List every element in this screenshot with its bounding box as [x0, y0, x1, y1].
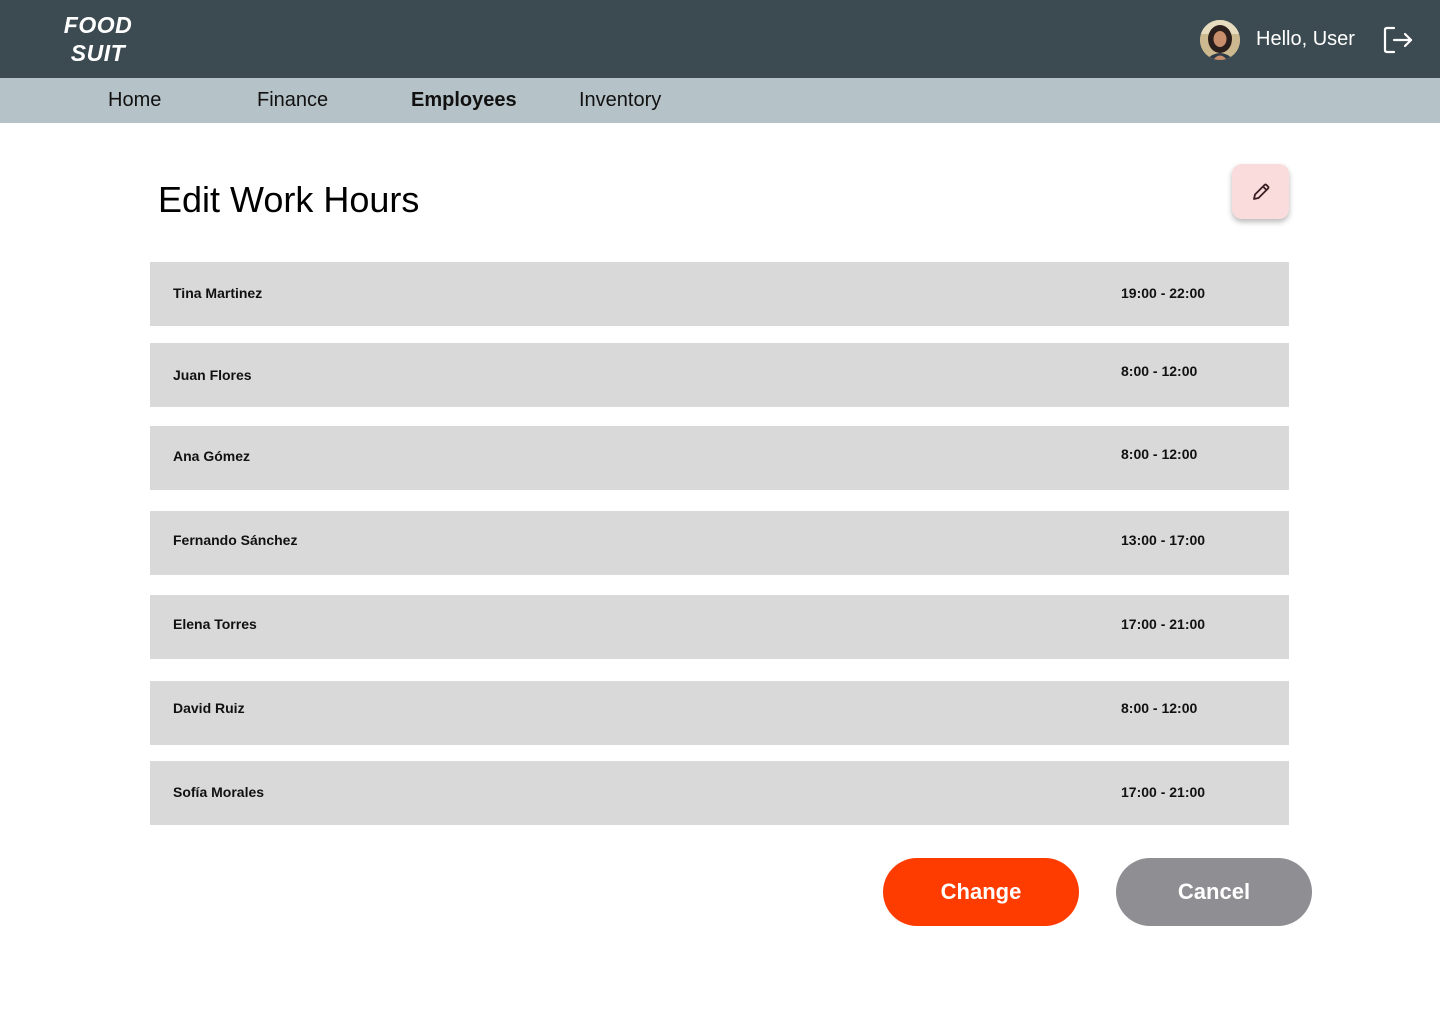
nav-item-employees[interactable]: Employees: [411, 78, 517, 123]
employee-name: David Ruiz: [173, 700, 245, 716]
page-title: Edit Work Hours: [158, 179, 420, 220]
work-hours: 17:00 - 21:00: [1121, 784, 1206, 800]
list-item[interactable]: David Ruiz 8:00 - 12:00: [150, 681, 1289, 745]
edit-button[interactable]: [1232, 164, 1289, 219]
greeting-text: Hello, User: [1256, 28, 1355, 50]
cancel-button[interactable]: Cancel: [1116, 858, 1312, 926]
list-item[interactable]: Sofía Morales 17:00 - 21:00: [150, 761, 1289, 825]
logout-button[interactable]: [1382, 25, 1414, 55]
nav-item-home[interactable]: Home: [108, 78, 161, 123]
employee-name: Ana Gómez: [173, 448, 251, 464]
logo-line-1: FOOD: [63, 12, 133, 38]
nav-item-inventory[interactable]: Inventory: [579, 78, 661, 123]
main-nav: Home Finance Employees Inventory: [0, 78, 1440, 123]
work-hours: 8:00 - 12:00: [1121, 363, 1198, 379]
work-hours: 8:00 - 12:00: [1121, 700, 1198, 716]
avatar-icon: [1200, 20, 1240, 60]
work-hours: 8:00 - 12:00: [1121, 446, 1198, 462]
employee-name: Fernando Sánchez: [173, 532, 298, 548]
work-hours: 19:00 - 22:00: [1121, 285, 1206, 301]
work-hours: 13:00 - 17:00: [1121, 532, 1206, 548]
logout-icon: [1383, 26, 1413, 54]
list-item[interactable]: Juan Flores 8:00 - 12:00: [150, 343, 1289, 407]
employee-name: Juan Flores: [173, 367, 252, 383]
list-item[interactable]: Ana Gómez 8:00 - 12:00: [150, 426, 1289, 490]
employee-name: Sofía Morales: [173, 784, 265, 800]
logo-line-2: SUIT: [70, 40, 126, 66]
list-item[interactable]: Tina Martinez 19:00 - 22:00: [150, 262, 1289, 326]
list-item[interactable]: Fernando Sánchez 13:00 - 17:00: [150, 511, 1289, 575]
list-item[interactable]: Elena Torres 17:00 - 21:00: [150, 595, 1289, 659]
nav-item-finance[interactable]: Finance: [257, 78, 328, 123]
pencil-icon: [1252, 183, 1269, 200]
employee-name: Elena Torres: [173, 616, 257, 632]
app-logo[interactable]: FOOD SUIT: [62, 11, 134, 67]
user-avatar[interactable]: [1200, 20, 1240, 60]
employee-name: Tina Martinez: [173, 285, 263, 301]
work-hours: 17:00 - 21:00: [1121, 616, 1206, 632]
change-button[interactable]: Change: [883, 858, 1079, 926]
top-bar: FOOD SUIT Hello, User: [0, 0, 1440, 78]
